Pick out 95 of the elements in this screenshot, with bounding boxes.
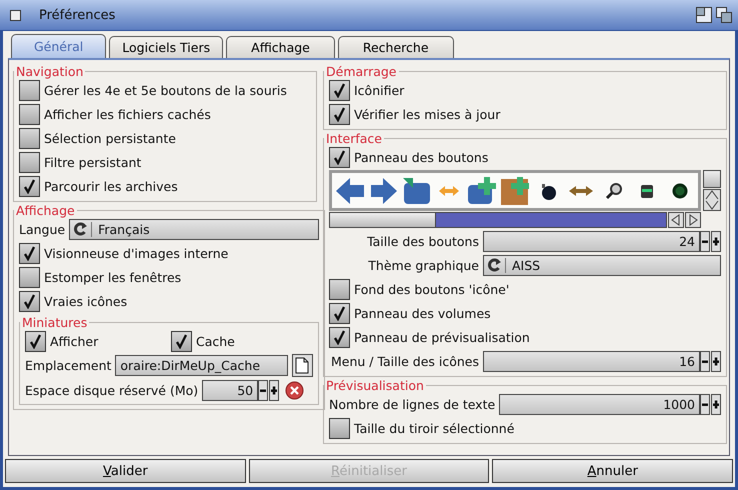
cycle-button[interactable]: AISS: [483, 254, 721, 276]
checkbox[interactable]: [25, 330, 46, 352]
file-icon[interactable]: [292, 354, 313, 377]
minus-icon[interactable]: [258, 380, 268, 400]
dialog-button[interactable]: Annuler: [492, 459, 734, 483]
depth-icon[interactable]: [716, 7, 732, 23]
field-label: Espace disque réservé (Mo): [25, 382, 198, 398]
scroll-thumb[interactable]: [330, 213, 436, 227]
close-button[interactable]: [10, 10, 21, 20]
scrollbar[interactable]: [329, 212, 667, 228]
checkbox-label: Afficher les fichiers cachés: [44, 106, 211, 122]
field-label: Langue: [19, 222, 66, 236]
plus-icon[interactable]: [711, 350, 721, 372]
checkbox[interactable]: [19, 104, 40, 124]
checkbox-label: Afficher: [50, 334, 98, 348]
checkmark-icon: [333, 330, 346, 344]
number-field[interactable]: 16: [483, 350, 700, 372]
checkbox-label: Cache: [196, 334, 235, 348]
plus-icon[interactable]: [711, 394, 721, 414]
checkbox-label: Vraies icônes: [44, 294, 128, 308]
checkbox[interactable]: [329, 418, 350, 438]
window-title: Préférences: [39, 8, 116, 22]
checkbox-label: Visionneuse d'images interne: [44, 246, 228, 260]
checkbox[interactable]: [329, 302, 350, 324]
field-label: Taille des boutons: [366, 234, 479, 248]
checkbox-label: Vérifier les mises à jour: [354, 106, 500, 122]
checkbox-label: Panneau des volumes: [354, 306, 491, 320]
checkmark-icon: [23, 246, 36, 260]
dialog-button[interactable]: Valider: [5, 459, 246, 483]
scroll-left-icon[interactable]: [668, 212, 684, 228]
group-title: Miniatures: [21, 316, 88, 329]
checkbox[interactable]: [171, 330, 192, 352]
arrow-left-icon[interactable]: [334, 176, 366, 206]
checkbox-label: Estomper les fenêtres: [44, 270, 182, 284]
field-label: Thème graphique: [367, 258, 479, 272]
zoom-icon[interactable]: [696, 7, 712, 23]
checkbox[interactable]: [19, 152, 40, 172]
group-title: Navigation: [15, 65, 84, 78]
number-field[interactable]: 1000: [499, 394, 700, 414]
checkbox-label: Parcourir les archives: [44, 178, 178, 194]
number-field[interactable]: 24: [483, 230, 700, 252]
checkmark-icon: [333, 82, 346, 98]
tab[interactable]: Général: [11, 34, 106, 58]
clear-icon[interactable]: [285, 380, 304, 400]
checkbox-label: Fond des boutons 'icône': [354, 282, 510, 296]
field-label: Emplacement: [25, 358, 112, 373]
cycle-icon: [488, 258, 501, 272]
checkbox[interactable]: [19, 176, 40, 196]
field-label: Menu / Taille des icônes: [330, 354, 479, 368]
checkbox[interactable]: [329, 104, 350, 124]
scroll-right-icon[interactable]: [685, 212, 701, 228]
checkmark-icon: [333, 150, 346, 164]
checkbox[interactable]: [329, 80, 350, 100]
checkmark-icon: [333, 306, 346, 320]
drive-plus-icon[interactable]: [466, 176, 498, 206]
minus-icon[interactable]: [700, 350, 710, 372]
checkbox-label: Gérer les 4e et 5e boutons de la souris: [44, 82, 287, 98]
checkbox-label: Taille du tiroir sélectionné: [354, 420, 514, 436]
tab[interactable]: Recherche: [338, 36, 454, 58]
checkmark-icon: [23, 294, 36, 308]
plus-icon[interactable]: [711, 230, 721, 252]
group-title: Affichage: [15, 204, 76, 217]
minus-icon[interactable]: [700, 230, 710, 252]
tab[interactable]: Affichage: [226, 36, 335, 58]
tab[interactable]: Logiciels Tiers: [109, 36, 224, 58]
checkbox[interactable]: [329, 278, 350, 300]
checkbox-label: Icônifier: [354, 82, 404, 98]
cycle-icon: [74, 222, 88, 236]
checkbox[interactable]: [19, 242, 40, 264]
checkbox-label: Panneau de prévisualisation: [354, 330, 530, 344]
drawer-plus-icon[interactable]: [499, 176, 531, 206]
scroll-thumb[interactable]: [703, 170, 721, 188]
checkmark-icon: [175, 334, 188, 348]
checkbox-label: Filtre persistant: [44, 154, 142, 170]
number-field[interactable]: 50: [202, 380, 258, 400]
checkbox[interactable]: [19, 290, 40, 312]
field-label: Nombre de lignes de texte: [329, 396, 496, 412]
minus-icon[interactable]: [700, 394, 710, 414]
checkmark-icon: [333, 106, 346, 122]
path-field[interactable]: oraire:DirMeUp_Cache: [115, 355, 288, 376]
group-title: Interface: [325, 132, 383, 145]
group-title: Prévisualisation: [325, 379, 425, 392]
checkbox[interactable]: [329, 326, 350, 348]
checkbox[interactable]: [19, 266, 40, 288]
checkbox-label: Sélection persistante: [44, 130, 176, 146]
checkmark-icon: [23, 178, 36, 194]
checkbox[interactable]: [329, 146, 350, 168]
cycle-button[interactable]: Français: [69, 218, 319, 240]
group-title: Démarrage: [325, 65, 398, 78]
checkmark-icon: [29, 334, 42, 348]
plus-icon[interactable]: [269, 380, 280, 400]
checkbox[interactable]: [19, 80, 40, 100]
scroll-arrows-icon[interactable]: [703, 189, 721, 211]
checkbox-label: Panneau des boutons: [354, 150, 488, 164]
checkbox[interactable]: [19, 128, 40, 148]
